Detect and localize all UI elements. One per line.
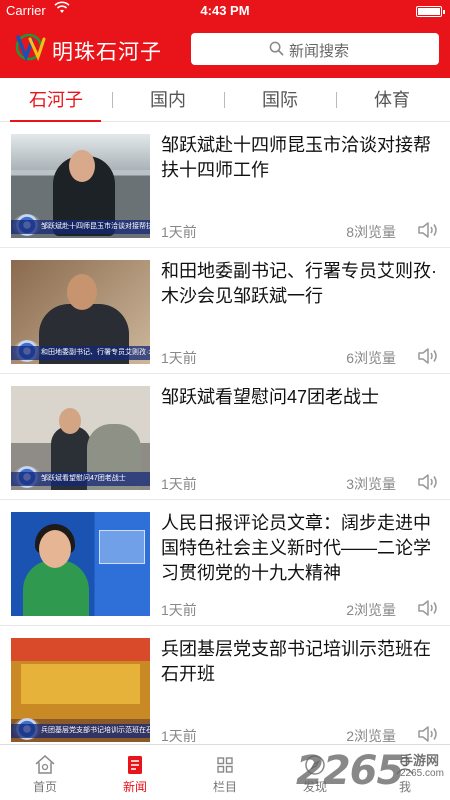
speaker-icon[interactable] [417, 346, 439, 366]
thumbnail-caption: 兵团基层党支部书记培训示范班在石开班 [11, 724, 150, 738]
battery-icon [416, 6, 445, 17]
news-views: 6浏览量 [346, 350, 396, 366]
thumbnail-caption: 和田地委副书记、行署专员艾则孜·木沙会见邹跃斌一行 [11, 346, 150, 360]
speaker-icon[interactable] [417, 724, 439, 744]
status-bar: Carrier 4:43 PM [0, 0, 450, 22]
tab-domestic[interactable]: 国内 [112, 78, 224, 122]
app-header: Carrier 4:43 PM 明珠石河子 新闻搜索 [0, 0, 450, 78]
news-time: 1天前 [161, 476, 197, 492]
news-thumbnail: 和田地委副书记、行署专员艾则孜·木沙会见邹跃斌一行 [11, 260, 150, 364]
site-watermark: 2265 手游网 2265.com [296, 748, 446, 794]
news-title: 邹跃斌看望慰问47团老战士 [161, 387, 380, 407]
news-views: 3浏览量 [346, 476, 396, 492]
news-item[interactable]: 邹跃斌赴十四师昆玉市洽谈对接帮扶十四师工作 邹跃斌赴十四师昆玉市洽谈对接帮扶十四… [0, 122, 450, 248]
tab-shihezi[interactable]: 石河子 [0, 78, 112, 122]
watermark-number: 2265 [296, 748, 404, 794]
thumbnail-caption: 邹跃斌赴十四师昆玉市洽谈对接帮扶十四师工作 [11, 220, 150, 234]
news-views: 2浏览量 [346, 602, 396, 618]
news-time: 1天前 [161, 224, 197, 240]
clock: 4:43 PM [200, 3, 250, 18]
grid-icon [217, 757, 233, 773]
news-time: 1天前 [161, 602, 197, 618]
news-title: 人民日报评论员文章：阔步走进中国特色社会主义新时代——二论学习贯彻党的十九大精神 [161, 513, 431, 583]
speaker-icon[interactable] [417, 598, 439, 618]
home-icon [35, 754, 55, 774]
news-views: 2浏览量 [346, 728, 396, 744]
watermark-site: 手游网 [400, 753, 440, 768]
nav-home[interactable]: 首页 [0, 745, 90, 800]
search-icon [269, 41, 284, 56]
search-placeholder: 新闻搜索 [289, 43, 350, 60]
news-item[interactable]: 兵团基层党支部书记培训示范班在石开班 兵团基层党支部书记培训示范班在石开班 1天… [0, 626, 450, 744]
news-title: 和田地委副书记、行署专员艾则孜·木沙会见邹跃斌一行 [161, 261, 437, 306]
nav-columns-label: 栏目 [212, 780, 237, 794]
news-time: 1天前 [161, 350, 197, 366]
speaker-icon[interactable] [417, 220, 439, 240]
nav-news[interactable]: 新闻 [90, 745, 180, 800]
nav-home-label: 首页 [32, 780, 57, 794]
speaker-icon[interactable] [417, 472, 439, 492]
news-thumbnail: 邹跃斌赴十四师昆玉市洽谈对接帮扶十四师工作 [11, 134, 150, 238]
nav-columns[interactable]: 栏目 [180, 745, 270, 800]
news-time: 1天前 [161, 728, 197, 744]
news-thumbnail [11, 512, 150, 616]
news-icon [128, 756, 142, 774]
tab-sports[interactable]: 体育 [336, 78, 448, 122]
news-thumbnail: 邹跃斌看望慰问47团老战士 [11, 386, 150, 490]
news-title: 兵团基层党支部书记培训示范班在石开班 [161, 639, 431, 684]
news-item[interactable]: 邹跃斌看望慰问47团老战士 邹跃斌看望慰问47团老战士 1天前 3浏览量 [0, 374, 450, 500]
watermark-url: 2265.com [400, 768, 444, 779]
news-views: 8浏览量 [346, 224, 396, 240]
tab-international[interactable]: 国际 [224, 78, 336, 122]
news-item[interactable]: 人民日报评论员文章：阔步走进中国特色社会主义新时代——二论学习贯彻党的十九大精神… [0, 500, 450, 626]
app-brand-title: 明珠石河子 [52, 41, 162, 64]
news-title: 邹跃斌赴十四师昆玉市洽谈对接帮扶十四师工作 [161, 135, 431, 180]
news-item[interactable]: 和田地委副书记、行署专员艾则孜·木沙会见邹跃斌一行 和田地委副书记、行署专员艾则… [0, 248, 450, 374]
nav-news-label: 新闻 [122, 780, 147, 794]
app-logo-icon [15, 33, 46, 61]
search-bar[interactable]: 新闻搜索 [191, 33, 439, 65]
news-thumbnail: 兵团基层党支部书记培训示范班在石开班 [11, 638, 150, 742]
category-tabs: 石河子 国内 国际 体育 [0, 78, 450, 122]
thumbnail-caption: 邹跃斌看望慰问47团老战士 [11, 472, 150, 486]
